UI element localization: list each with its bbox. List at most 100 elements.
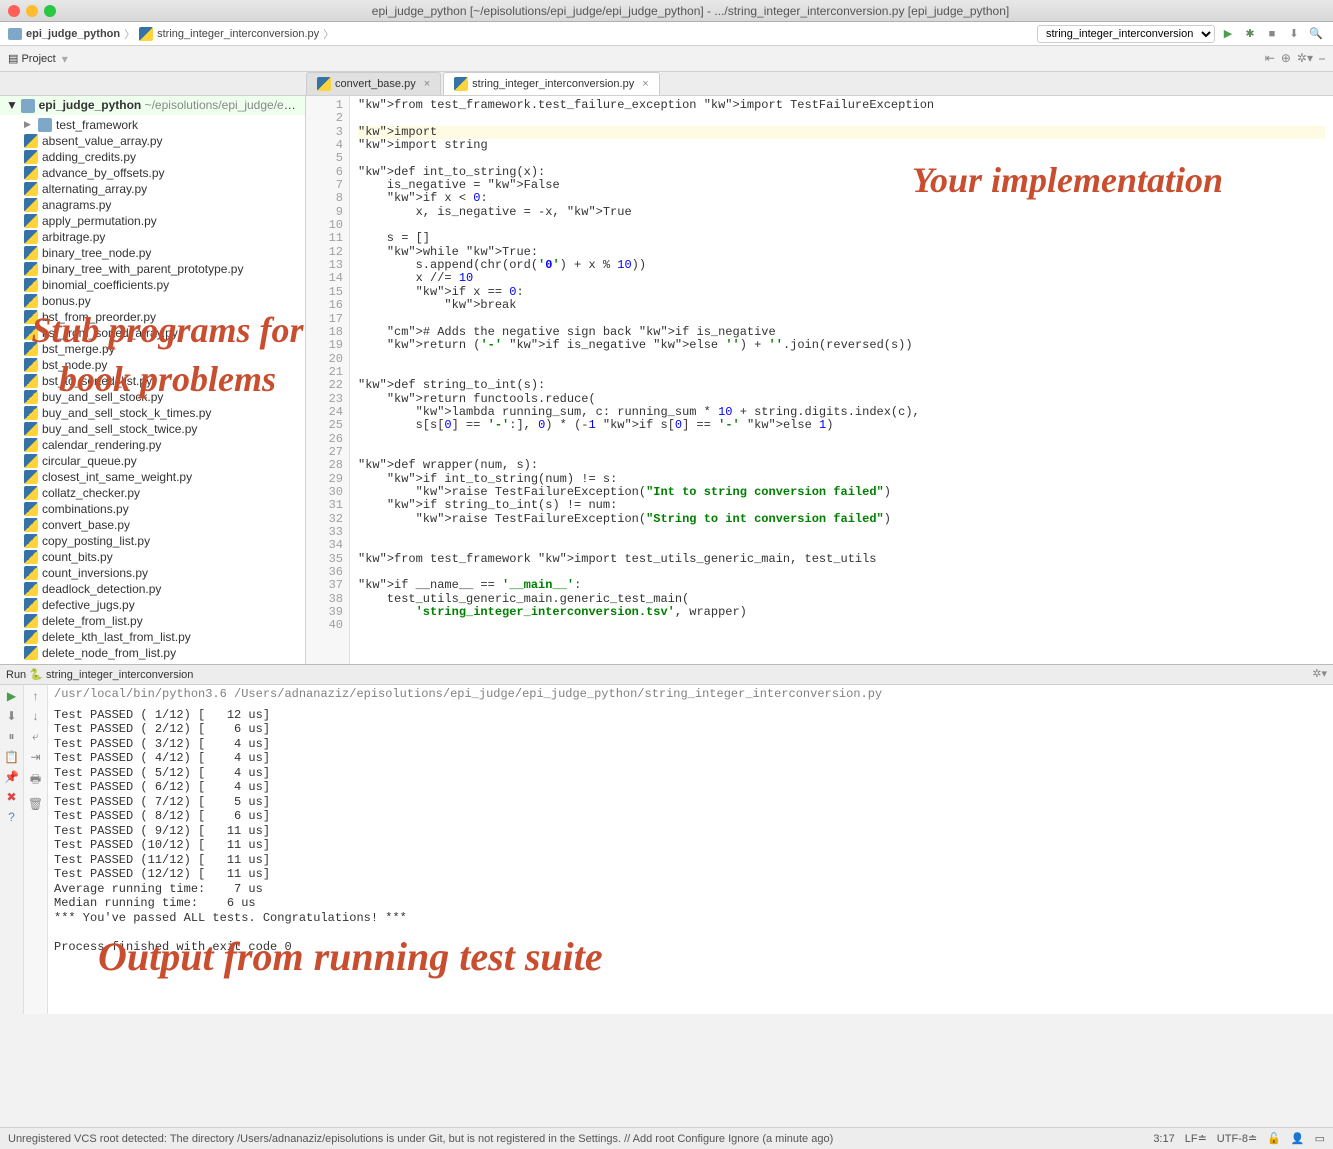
- collapse-icon[interactable]: ⇤: [1265, 51, 1275, 66]
- tree-item[interactable]: absent_value_array.py: [20, 133, 305, 149]
- tree-item-label: collatz_checker.py: [42, 486, 140, 500]
- run-icon[interactable]: ▶: [1219, 25, 1237, 43]
- python-file-icon: [139, 27, 153, 41]
- tree-item-label: apply_permutation.py: [42, 214, 157, 228]
- trash-icon[interactable]: 🗑: [28, 797, 43, 811]
- cursor-position[interactable]: 3:17: [1153, 1133, 1174, 1145]
- python-file-icon: [24, 182, 38, 196]
- tree-item[interactable]: collatz_checker.py: [20, 485, 305, 501]
- print-icon[interactable]: 🖶: [30, 770, 41, 791]
- more-icon[interactable]: ▭: [1315, 1132, 1325, 1145]
- debug-icon[interactable]: ✱: [1241, 25, 1259, 43]
- tree-item[interactable]: bst_merge.py: [20, 341, 305, 357]
- scroll-icon[interactable]: ⇥: [30, 750, 40, 764]
- down-icon[interactable]: ↓: [33, 709, 39, 723]
- tree-item[interactable]: count_inversions.py: [20, 565, 305, 581]
- tree-item[interactable]: bonus.py: [20, 293, 305, 309]
- run-tool-window[interactable]: Run 🐍 string_integer_interconversion ✲▾ …: [0, 664, 1333, 1014]
- zoom-window-icon[interactable]: [44, 5, 56, 17]
- dump-icon[interactable]: 📋: [4, 750, 19, 764]
- python-file-icon: [24, 470, 38, 484]
- tree-item-label: bst_node.py: [42, 358, 107, 372]
- close-run-icon[interactable]: ✖: [6, 790, 16, 804]
- close-tab-icon[interactable]: ×: [424, 78, 430, 90]
- window-title: epi_judge_python [~/episolutions/epi_jud…: [56, 4, 1325, 18]
- tree-item[interactable]: calendar_rendering.py: [20, 437, 305, 453]
- project-toolbar: ▤ Project ▾ ⇤ ⊕ ✲▾ ⎯: [0, 46, 1333, 72]
- search-icon[interactable]: 🔍: [1307, 25, 1325, 43]
- editor-code[interactable]: "kw">from test_framework.test_failure_ex…: [350, 96, 1333, 664]
- tree-item[interactable]: bst_from_sorted_array.py: [20, 325, 305, 341]
- close-window-icon[interactable]: [8, 5, 20, 17]
- editor-tab[interactable]: string_integer_interconversion.py×: [443, 72, 659, 95]
- tree-item[interactable]: bst_node.py: [20, 357, 305, 373]
- close-tab-icon[interactable]: ×: [642, 78, 648, 90]
- tree-item[interactable]: delete_kth_last_from_list.py: [20, 629, 305, 645]
- tree-item[interactable]: binomial_coefficients.py: [20, 277, 305, 293]
- help-icon[interactable]: ?: [8, 810, 15, 824]
- tree-item[interactable]: delete_from_list.py: [20, 613, 305, 629]
- traffic-lights[interactable]: [8, 5, 56, 17]
- tree-item[interactable]: copy_posting_list.py: [20, 533, 305, 549]
- python-file-icon: [24, 374, 38, 388]
- tree-item-label: convert_base.py: [42, 518, 130, 532]
- inspector-icon[interactable]: 👤: [1291, 1132, 1305, 1145]
- up-icon[interactable]: ↑: [33, 689, 39, 703]
- tree-item[interactable]: anagrams.py: [20, 197, 305, 213]
- stop-run-icon[interactable]: ⬇: [6, 709, 16, 723]
- tree-item[interactable]: apply_permutation.py: [20, 213, 305, 229]
- tree-item[interactable]: combinations.py: [20, 501, 305, 517]
- tree-item[interactable]: alternating_array.py: [20, 181, 305, 197]
- wrap-icon[interactable]: ⤶: [32, 729, 39, 744]
- tree-item-label: binary_tree_node.py: [42, 246, 151, 260]
- python-file-icon: [24, 278, 38, 292]
- run-left-gutter: ▶ ⬇ ⏸ 📋 📌 ✖ ?: [0, 665, 24, 1014]
- tree-item[interactable]: closest_int_same_weight.py: [20, 469, 305, 485]
- python-file-icon: [24, 406, 38, 420]
- tree-item[interactable]: deadlock_detection.py: [20, 581, 305, 597]
- python-file-icon: [24, 646, 38, 660]
- tree-item[interactable]: count_bits.py: [20, 549, 305, 565]
- breadcrumb-file[interactable]: string_integer_interconversion.py: [157, 28, 319, 40]
- tree-item[interactable]: buy_and_sell_stock_twice.py: [20, 421, 305, 437]
- gear-icon[interactable]: ✲▾: [1297, 51, 1313, 66]
- tree-item[interactable]: binary_tree_node.py: [20, 245, 305, 261]
- run-config-select[interactable]: string_integer_interconversion: [1037, 25, 1215, 43]
- project-root[interactable]: ▼ epi_judge_python ~/episolutions/epi_ju…: [0, 96, 305, 115]
- breadcrumb-root[interactable]: epi_judge_python: [26, 28, 120, 40]
- pin-icon[interactable]: 📌: [4, 770, 19, 784]
- hide-icon[interactable]: ⎯: [1319, 51, 1325, 66]
- stop-icon[interactable]: ■: [1263, 25, 1281, 43]
- target-icon[interactable]: ⊕: [1281, 51, 1291, 66]
- tree-item[interactable]: defective_jugs.py: [20, 597, 305, 613]
- tree-item[interactable]: circular_queue.py: [20, 453, 305, 469]
- python-file-icon: [24, 358, 38, 372]
- vcs-icon[interactable]: ⬇: [1285, 25, 1303, 43]
- code-editor[interactable]: 1234567891011121314151617181920212223242…: [306, 96, 1333, 664]
- tree-item[interactable]: arbitrage.py: [20, 229, 305, 245]
- minimize-window-icon[interactable]: [26, 5, 38, 17]
- project-tool-label[interactable]: ▤ Project: [8, 52, 56, 65]
- rerun-icon[interactable]: ▶: [7, 689, 16, 703]
- tree-item[interactable]: convert_base.py: [20, 517, 305, 533]
- tree-item[interactable]: delete_node_from_list.py: [20, 645, 305, 661]
- tree-item-label: bst_to_sorted_list.py: [42, 374, 152, 388]
- encoding[interactable]: UTF-8≐: [1217, 1132, 1257, 1145]
- tree-item[interactable]: test_framework: [20, 117, 305, 133]
- editor-tab[interactable]: convert_base.py×: [306, 72, 441, 95]
- tree-item-label: delete_kth_last_from_list.py: [42, 630, 191, 644]
- lock-icon[interactable]: 🔓: [1267, 1132, 1281, 1145]
- python-file-icon: [24, 534, 38, 548]
- python-file-icon: [24, 550, 38, 564]
- tree-item[interactable]: adding_credits.py: [20, 149, 305, 165]
- tree-item[interactable]: bst_to_sorted_list.py: [20, 373, 305, 389]
- tree-item[interactable]: buy_and_sell_stock.py: [20, 389, 305, 405]
- line-ending[interactable]: LF≐: [1185, 1132, 1207, 1145]
- tree-item[interactable]: binary_tree_with_parent_prototype.py: [20, 261, 305, 277]
- tree-item[interactable]: bst_from_preorder.py: [20, 309, 305, 325]
- pause-icon[interactable]: ⏸: [8, 729, 14, 744]
- status-message[interactable]: Unregistered VCS root detected: The dire…: [8, 1133, 833, 1145]
- tree-item[interactable]: buy_and_sell_stock_k_times.py: [20, 405, 305, 421]
- project-sidebar[interactable]: ▼ epi_judge_python ~/episolutions/epi_ju…: [0, 96, 306, 664]
- tree-item[interactable]: advance_by_offsets.py: [20, 165, 305, 181]
